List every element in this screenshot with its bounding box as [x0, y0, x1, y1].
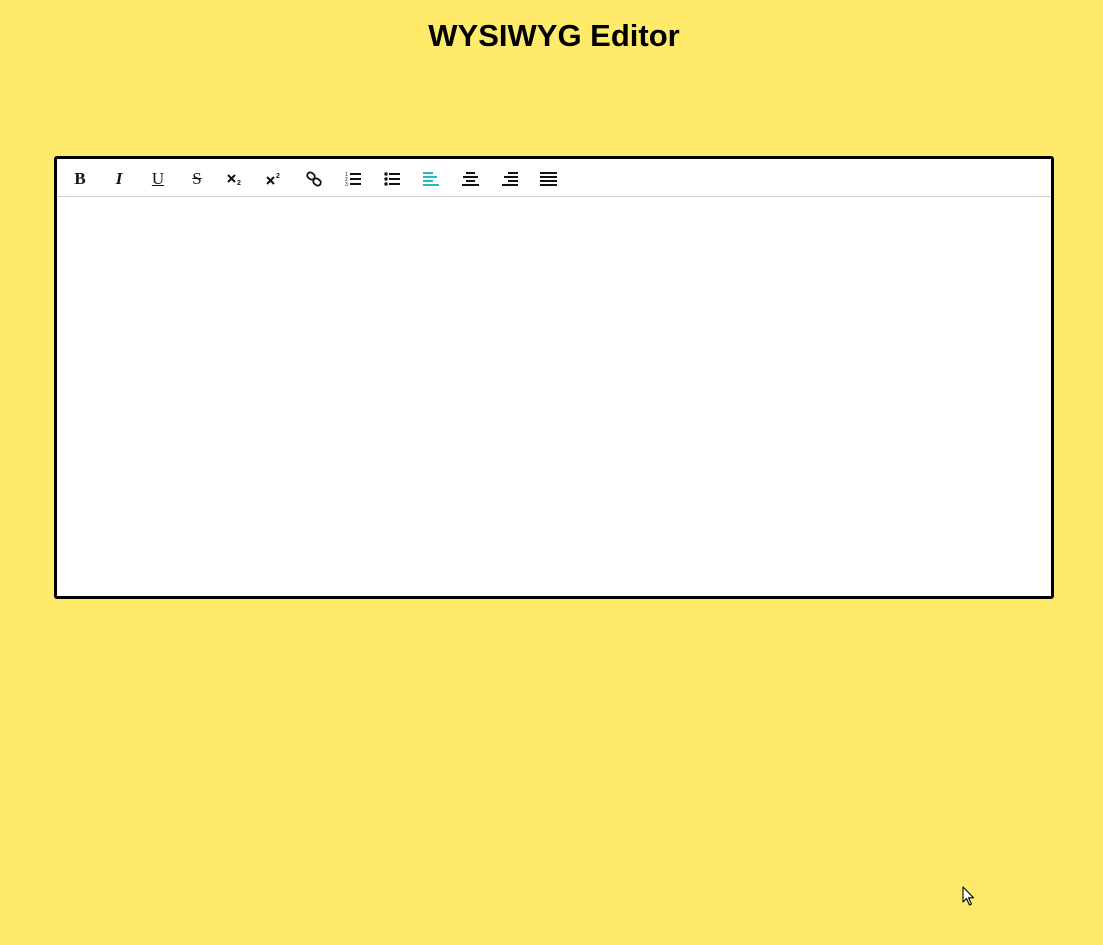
align-center-icon: [461, 172, 479, 186]
mouse-pointer-icon: [962, 886, 975, 906]
align-center-button[interactable]: [457, 167, 483, 191]
align-justify-button[interactable]: [535, 167, 561, 191]
italic-button[interactable]: I: [106, 167, 132, 191]
underline-button[interactable]: U: [145, 167, 171, 191]
align-right-icon: [501, 172, 518, 186]
link-button[interactable]: [301, 167, 327, 191]
superscript-button[interactable]: 2: [262, 167, 288, 191]
align-right-button[interactable]: [496, 167, 522, 191]
bold-button[interactable]: B: [67, 167, 93, 191]
ordered-list-button[interactable]: 1 2 3: [340, 167, 366, 191]
wysiwyg-editor: B I U S 2 2 1 2 3: [54, 156, 1054, 599]
italic-icon: I: [115, 169, 123, 188]
svg-text:2: 2: [276, 173, 280, 180]
unordered-list-icon: [383, 172, 400, 186]
svg-text:2: 2: [237, 180, 241, 186]
link-icon: [306, 171, 322, 187]
align-left-button[interactable]: [418, 167, 444, 191]
ordered-list-icon: 1 2 3: [345, 172, 361, 187]
unordered-list-button[interactable]: [379, 167, 405, 191]
subscript-icon: 2: [227, 174, 241, 186]
page-title: WYSIWYG Editor: [428, 18, 680, 53]
align-justify-icon: [539, 172, 557, 186]
svg-text:3: 3: [345, 182, 348, 187]
editor-content-area[interactable]: [57, 198, 1051, 596]
align-left-icon: [422, 172, 439, 186]
strikethrough-icon: S: [192, 169, 202, 188]
strikethrough-button[interactable]: S: [184, 167, 210, 191]
superscript-icon: 2: [266, 173, 280, 185]
subscript-button[interactable]: 2: [223, 167, 249, 191]
underline-icon: U: [151, 169, 165, 188]
editor-toolbar: B I U S 2 2 1 2 3: [57, 159, 1051, 197]
bold-icon: B: [74, 169, 86, 188]
